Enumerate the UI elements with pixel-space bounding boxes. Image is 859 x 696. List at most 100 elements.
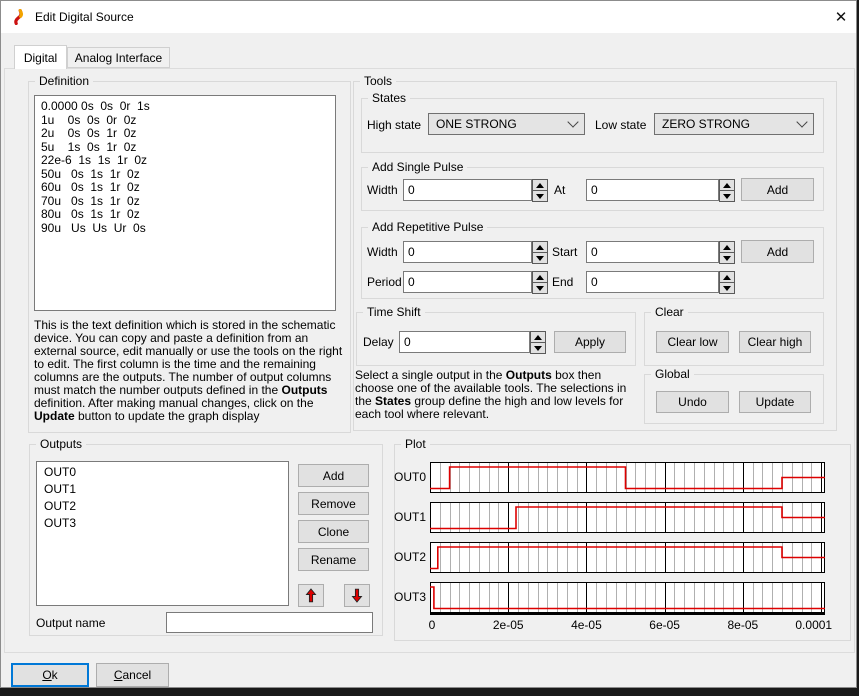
- repetitive-width-spinner[interactable]: [532, 241, 548, 263]
- single-pulse-width-label: Width: [367, 183, 398, 197]
- x-tick-label-0.0001: 0.0001: [795, 618, 832, 632]
- repetitive-start-input[interactable]: [586, 241, 719, 263]
- red-down-arrow-icon: [351, 588, 363, 603]
- text: Select a single output in the: [355, 368, 506, 382]
- bold-text: Update: [34, 409, 75, 423]
- plot-strip-OUT0: [430, 462, 825, 493]
- output-list-item-OUT3[interactable]: OUT3: [37, 515, 288, 532]
- clear-high-button[interactable]: Clear high: [739, 331, 811, 353]
- text: definition. After making manual changes,…: [34, 396, 314, 410]
- repetitive-start-spinner[interactable]: [719, 241, 735, 263]
- low-state-select[interactable]: ZERO STRONG: [654, 113, 814, 135]
- x-tick-label-0: 0: [429, 618, 436, 632]
- delay-label: Delay: [363, 335, 394, 349]
- bold-text: States: [375, 394, 411, 408]
- plot-strip-OUT2: [430, 542, 825, 573]
- bold-text: Outputs: [506, 368, 552, 382]
- definition-help-text: This is the text definition which is sto…: [34, 319, 348, 423]
- red-up-arrow-icon: [305, 588, 317, 603]
- output-name-input[interactable]: [166, 612, 373, 633]
- spin-down-icon[interactable]: [719, 252, 735, 264]
- move-down-button[interactable]: [344, 584, 370, 607]
- repetitive-period-spinner[interactable]: [532, 271, 548, 293]
- output-rename-button[interactable]: Rename: [298, 548, 369, 571]
- high-state-select[interactable]: ONE STRONG: [428, 113, 585, 135]
- text: button to update the graph display: [75, 409, 260, 423]
- tools-help-text: Select a single output in the Outputs bo…: [355, 369, 643, 421]
- clear-low-button[interactable]: Clear low: [656, 331, 729, 353]
- high-state-label: High state: [367, 118, 421, 132]
- output-remove-button[interactable]: Remove: [298, 492, 369, 515]
- plot-group-label: Plot: [401, 437, 430, 451]
- plot-strip-OUT1: [430, 502, 825, 533]
- spin-down-icon[interactable]: [530, 342, 546, 354]
- tab-analog-interface[interactable]: Analog Interface: [67, 47, 170, 68]
- edit-digital-source-dialog: Edit Digital Source ✕ Digital Analog Int…: [0, 0, 857, 688]
- move-up-button[interactable]: [298, 584, 324, 607]
- definition-textarea[interactable]: 0.0000 0s 0s 0r 1s 1u 0s 0s 0r 0z 2u 0s …: [34, 95, 336, 311]
- output-list-item-OUT2[interactable]: OUT2: [37, 498, 288, 515]
- global-group-label: Global: [651, 367, 694, 381]
- spin-down-icon[interactable]: [532, 282, 548, 294]
- repetitive-period-input[interactable]: [403, 271, 532, 293]
- spin-down-icon[interactable]: [719, 282, 735, 294]
- tab-analog-interface-label: Analog Interface: [75, 51, 162, 65]
- spin-down-icon[interactable]: [532, 252, 548, 264]
- app-logo-icon: [13, 9, 29, 25]
- tab-digital-label: Digital: [24, 51, 57, 65]
- x-tick-label-2e-05: 2e-05: [493, 618, 524, 632]
- single-pulse-at-spinner[interactable]: [719, 179, 735, 201]
- output-add-button[interactable]: Add: [298, 464, 369, 487]
- output-clone-button[interactable]: Clone: [298, 520, 369, 543]
- time-shift-group-label: Time Shift: [363, 305, 425, 319]
- apply-button[interactable]: Apply: [554, 331, 626, 353]
- spin-down-icon[interactable]: [719, 190, 735, 202]
- outputs-listbox[interactable]: OUT0OUT1OUT2OUT3: [36, 461, 289, 606]
- definition-group-label: Definition: [35, 74, 93, 88]
- low-state-label: Low state: [595, 118, 646, 132]
- low-state-value: ZERO STRONG: [662, 117, 750, 131]
- delay-input[interactable]: [399, 331, 530, 353]
- chevron-down-icon: [567, 116, 578, 127]
- desktop-background-strip: [0, 689, 859, 696]
- single-pulse-width-input[interactable]: [403, 179, 532, 201]
- output-list-item-OUT1[interactable]: OUT1: [37, 481, 288, 498]
- delay-spinner[interactable]: [530, 331, 546, 353]
- repetitive-end-spinner[interactable]: [719, 271, 735, 293]
- states-group-label: States: [368, 91, 410, 105]
- plot-strip-label-OUT3: OUT3: [392, 582, 426, 613]
- x-tick-label-6e-05: 6e-05: [649, 618, 680, 632]
- plot-strip-label-OUT2: OUT2: [392, 542, 426, 573]
- plot-strip-OUT3: [430, 582, 825, 613]
- x-tick-label-4e-05: 4e-05: [571, 618, 602, 632]
- repetitive-add-button[interactable]: Add: [741, 240, 814, 263]
- bold-text: Outputs: [281, 383, 327, 397]
- chevron-down-icon: [796, 116, 807, 127]
- single-pulse-width-spinner[interactable]: [532, 179, 548, 201]
- cancel-button[interactable]: Cancel: [96, 663, 169, 687]
- spin-down-icon[interactable]: [532, 190, 548, 202]
- output-name-label: Output name: [36, 616, 105, 630]
- single-pulse-at-label: At: [554, 183, 565, 197]
- single-pulse-add-button[interactable]: Add: [741, 178, 814, 201]
- close-icon[interactable]: ✕: [827, 4, 855, 30]
- high-state-value: ONE STRONG: [436, 117, 517, 131]
- repetitive-period-label: Period: [367, 275, 402, 289]
- ok-button[interactable]: Ok: [11, 663, 89, 687]
- tab-digital[interactable]: Digital: [14, 45, 67, 69]
- single-pulse-at-input[interactable]: [586, 179, 719, 201]
- x-tick-label-8e-05: 8e-05: [728, 618, 759, 632]
- repetitive-width-input[interactable]: [403, 241, 532, 263]
- window-title: Edit Digital Source: [35, 10, 134, 24]
- repetitive-width-label: Width: [367, 245, 398, 259]
- clear-group-label: Clear: [651, 305, 688, 319]
- title-bar: Edit Digital Source ✕: [1, 1, 856, 33]
- update-button[interactable]: Update: [739, 391, 811, 413]
- undo-button[interactable]: Undo: [656, 391, 729, 413]
- add-repetitive-pulse-group-label: Add Repetitive Pulse: [368, 220, 487, 234]
- repetitive-start-label: Start: [552, 245, 577, 259]
- outputs-group-label: Outputs: [36, 437, 86, 451]
- repetitive-end-input[interactable]: [586, 271, 719, 293]
- output-list-item-OUT0[interactable]: OUT0: [37, 464, 288, 481]
- plot-x-axis: [430, 612, 825, 615]
